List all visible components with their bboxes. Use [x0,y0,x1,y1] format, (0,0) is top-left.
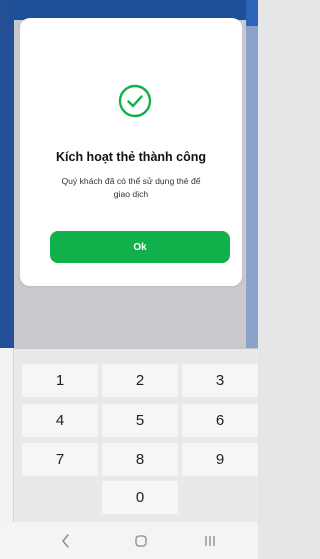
key-5[interactable]: 5 [102,404,178,437]
key-7[interactable]: 7 [22,443,98,476]
app-right-strip [246,0,258,348]
recent-apps-icon[interactable] [200,531,220,551]
dialog-message: Quý khách đã có thể sử dụng thẻ để giao … [61,176,201,199]
key-2[interactable]: 2 [102,364,178,397]
ok-button[interactable]: Ok [50,231,230,263]
app-right-header-strip [246,0,258,26]
key-6[interactable]: 6 [182,404,258,437]
key-1[interactable]: 1 [22,364,98,397]
check-circle-icon [118,84,152,118]
back-icon[interactable] [56,531,76,551]
home-icon[interactable] [131,531,151,551]
key-9[interactable]: 9 [182,443,258,476]
success-dialog: Kích hoạt thẻ thành công Quý khách đã có… [20,18,242,286]
key-4[interactable]: 4 [22,404,98,437]
app-left-strip [0,0,14,348]
key-8[interactable]: 8 [102,443,178,476]
app-header-strip [0,0,258,20]
key-0[interactable]: 0 [102,481,178,514]
key-3[interactable]: 3 [182,364,258,397]
navigation-bar [0,522,258,559]
dialog-title: Kích hoạt thẻ thành công [56,150,206,164]
keypad-left-edge [0,348,14,522]
